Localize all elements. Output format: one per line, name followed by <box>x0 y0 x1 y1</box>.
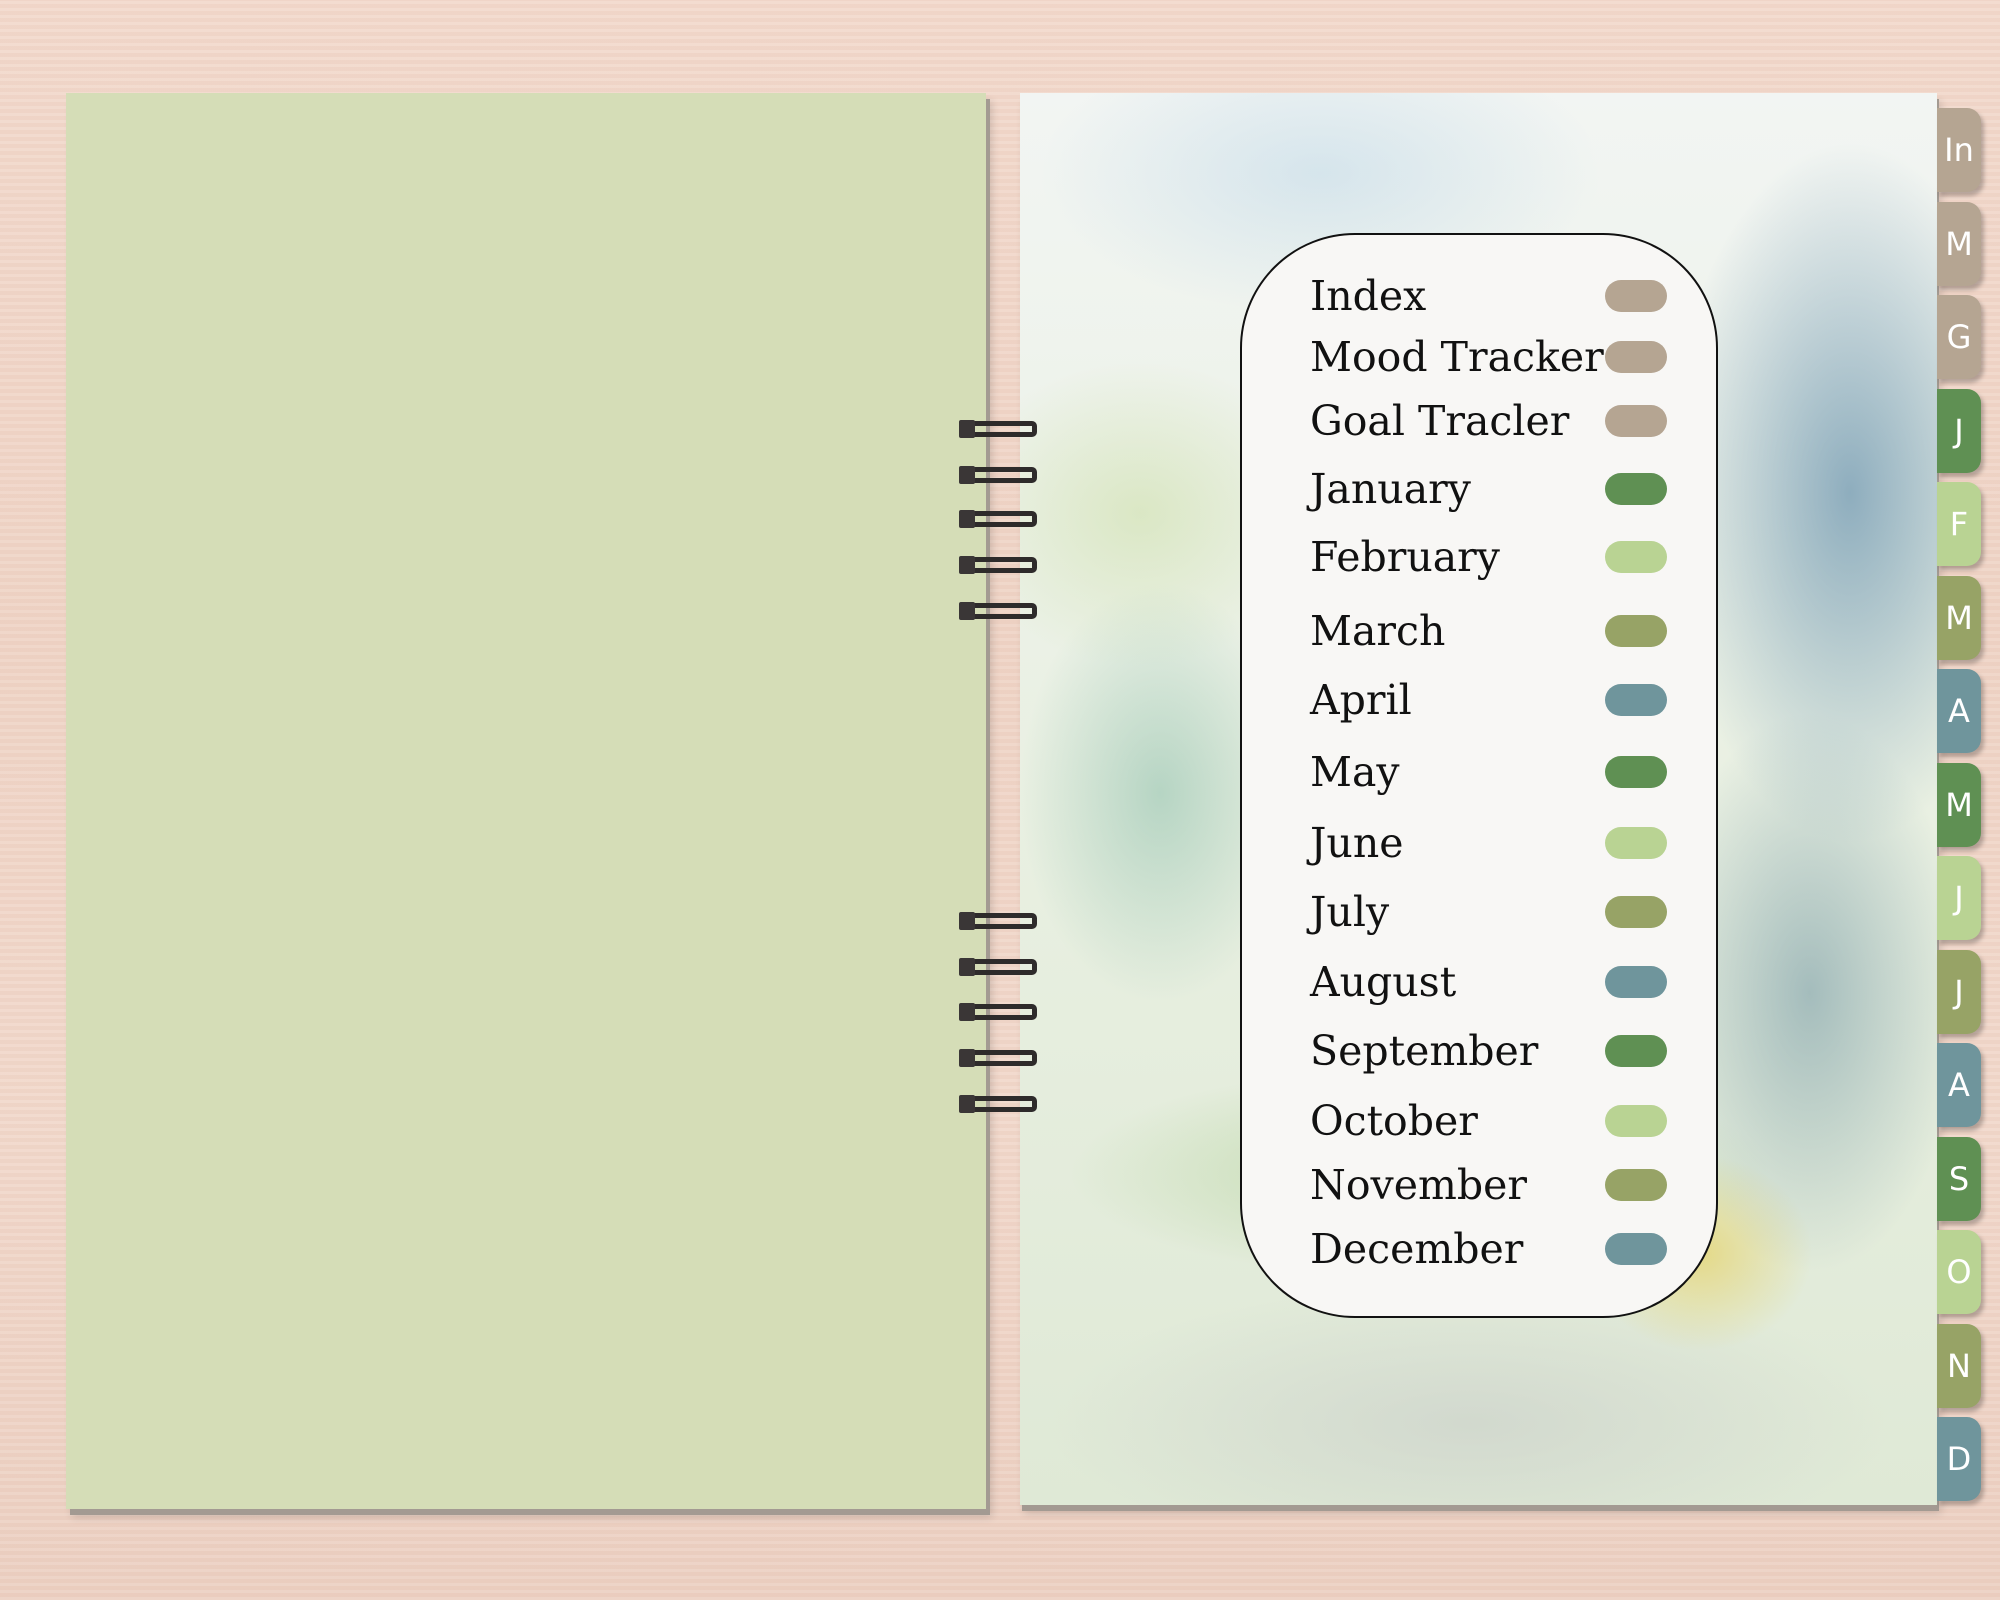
index-item-label: January <box>1310 465 1471 513</box>
section-tab[interactable]: S <box>1937 1136 1981 1221</box>
section-tab[interactable]: F <box>1937 482 1981 566</box>
color-swatch <box>1605 280 1667 312</box>
index-item-label: September <box>1310 1027 1539 1075</box>
color-swatch <box>1605 966 1667 998</box>
binding-ring <box>959 958 1037 976</box>
section-tab[interactable]: A <box>1937 1043 1981 1127</box>
section-tab[interactable]: J <box>1937 856 1981 940</box>
section-tab[interactable]: J <box>1937 949 1981 1034</box>
binding-ring <box>959 466 1037 484</box>
index-item[interactable]: August <box>1310 957 1730 1007</box>
color-swatch <box>1605 827 1667 859</box>
binding-ring <box>959 556 1037 574</box>
index-item-label: February <box>1310 533 1500 581</box>
index-item-label: July <box>1310 888 1390 936</box>
index-item[interactable]: February <box>1310 532 1730 582</box>
section-tab[interactable]: G <box>1937 295 1981 379</box>
left-page <box>66 93 986 1509</box>
index-item-label: Goal Tracler <box>1310 397 1570 445</box>
color-swatch <box>1605 684 1667 716</box>
section-tab[interactable]: M <box>1937 762 1981 847</box>
binding-ring <box>959 1049 1037 1067</box>
section-tab[interactable]: M <box>1937 201 1981 286</box>
index-item[interactable]: Mood Tracker <box>1310 332 1730 382</box>
index-item-label: Index <box>1310 272 1427 320</box>
section-tab[interactable]: M <box>1937 575 1981 660</box>
binding-ring <box>959 1003 1037 1021</box>
color-swatch <box>1605 541 1667 573</box>
index-item-label: August <box>1310 958 1457 1006</box>
index-item[interactable]: July <box>1310 887 1730 937</box>
index-item-label: October <box>1310 1097 1478 1145</box>
index-item[interactable]: Index <box>1310 271 1730 321</box>
index-item-label: March <box>1310 607 1446 655</box>
color-swatch <box>1605 896 1667 928</box>
index-item[interactable]: November <box>1310 1160 1730 1210</box>
binding-ring <box>959 420 1037 438</box>
color-swatch <box>1605 615 1667 647</box>
index-item[interactable]: September <box>1310 1026 1730 1076</box>
section-tab[interactable]: O <box>1937 1230 1981 1314</box>
color-swatch <box>1605 1169 1667 1201</box>
section-tab[interactable]: A <box>1937 669 1981 753</box>
index-item[interactable]: April <box>1310 675 1730 725</box>
binding-ring <box>959 510 1037 528</box>
color-swatch <box>1605 756 1667 788</box>
color-swatch <box>1605 1105 1667 1137</box>
index-item[interactable]: May <box>1310 747 1730 797</box>
index-item[interactable]: October <box>1310 1096 1730 1146</box>
index-item-label: November <box>1310 1161 1527 1209</box>
index-item-label: May <box>1310 748 1400 796</box>
section-tab[interactable]: D <box>1937 1417 1981 1501</box>
section-tab[interactable]: In <box>1937 108 1981 192</box>
index-item-label: Mood Tracker <box>1310 333 1604 381</box>
binding-ring <box>959 912 1037 930</box>
color-swatch <box>1605 405 1667 437</box>
section-tab[interactable]: J <box>1937 388 1981 473</box>
binding-ring <box>959 602 1037 620</box>
color-swatch <box>1605 341 1667 373</box>
color-swatch <box>1605 1035 1667 1067</box>
index-item-label: April <box>1310 676 1412 724</box>
index-item[interactable]: Goal Tracler <box>1310 396 1730 446</box>
index-item[interactable]: March <box>1310 606 1730 656</box>
index-item-label: June <box>1310 819 1404 867</box>
binding-ring <box>959 1095 1037 1113</box>
index-item[interactable]: January <box>1310 464 1730 514</box>
index-item-label: December <box>1310 1225 1524 1273</box>
color-swatch <box>1605 473 1667 505</box>
index-item[interactable]: June <box>1310 818 1730 868</box>
color-swatch <box>1605 1233 1667 1265</box>
index-item[interactable]: December <box>1310 1224 1730 1274</box>
section-tab[interactable]: N <box>1937 1323 1981 1408</box>
